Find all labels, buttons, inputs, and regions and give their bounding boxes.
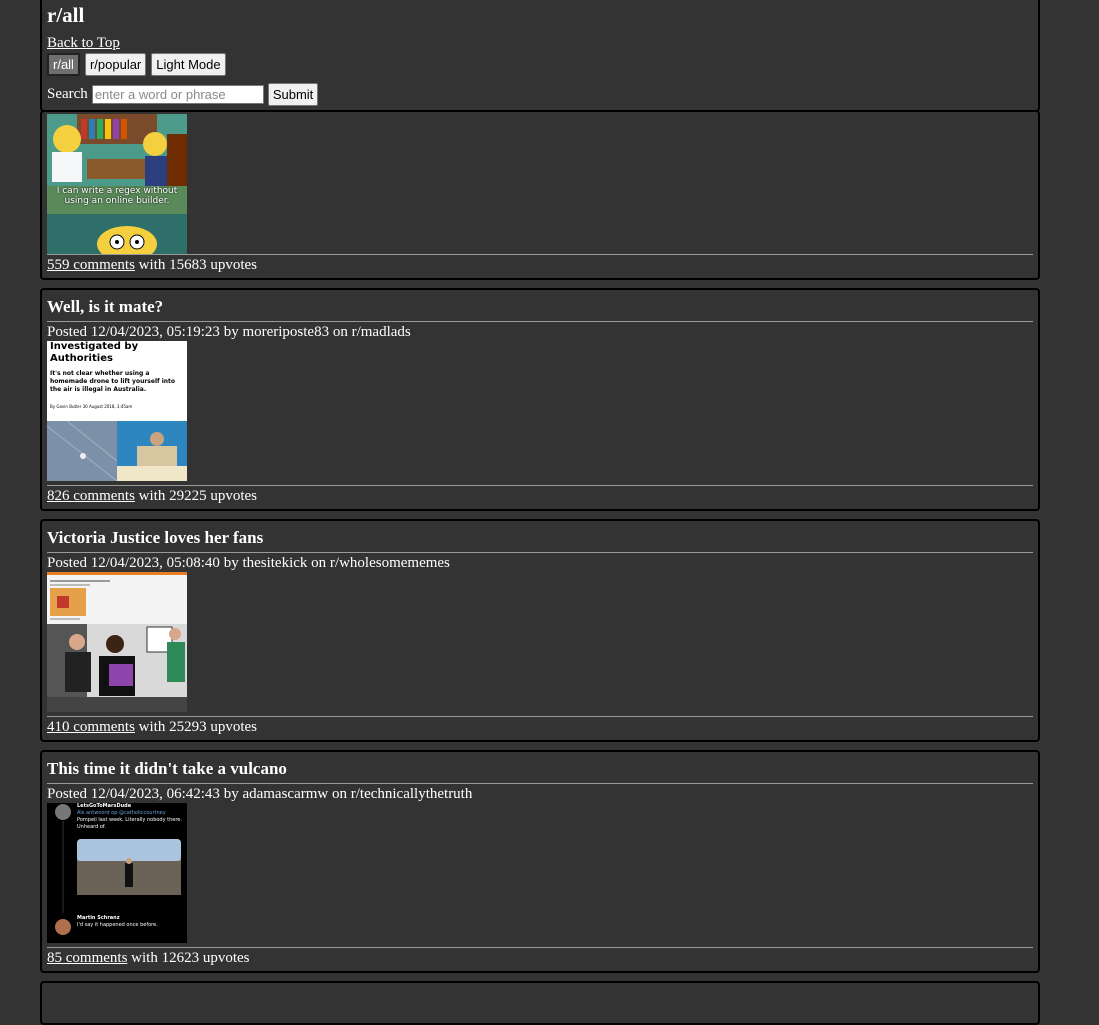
comments-link[interactable]: 410 comments [47,719,135,735]
on-label: on [331,786,347,802]
tweet-text2: I'd say it happened once before. [77,922,158,928]
post-card: This time it didn't take a vulcano Poste… [40,750,1040,973]
tweet-user1: LetsGoToMarsDude [77,803,132,809]
post-footer: 410 comments with 25293 upvotes [47,718,257,736]
tweet-reply-to: Als antwoord op @catholiccourtney [77,810,166,816]
thumb-body: It's not clear whether using a homemade … [50,370,176,393]
submit-button[interactable]: Submit [267,83,319,106]
posted-label: Posted [47,786,88,802]
post-date: 12/04/2023, 05:19:23 [90,324,220,340]
divider [47,947,1033,948]
tweet-screenshot-image: LetsGoToMarsDude Als antwoord op @cathol… [47,803,187,943]
post-title: Well, is it mate? [47,297,164,316]
comments-link[interactable]: 826 comments [47,488,135,504]
search-row: Search Submit [47,83,319,106]
by-label: by [223,324,239,340]
post-author: thesitekick [242,555,308,571]
header-panel: r/all Back to Top r/all r/popular Light … [40,0,1040,112]
upvotes-text: with 29225 upvotes [138,488,257,504]
post-card: Well, is it mate? Posted 12/04/2023, 05:… [40,288,1040,511]
post-card: Victoria Justice loves her fans Posted 1… [40,519,1040,742]
light-mode-button[interactable]: Light Mode [151,53,226,76]
divider [47,716,1033,717]
on-label: on [311,555,327,571]
upvotes-text: with 12623 upvotes [131,950,250,966]
divider [47,485,1033,486]
back-to-top-link[interactable]: Back to Top [47,34,120,52]
page-title: r/all [47,3,85,27]
r-popular-button[interactable]: r/popular [84,53,147,76]
post-thumbnail[interactable]: I can write a regex without using an onl… [47,114,187,254]
on-label: on [332,324,348,340]
search-label: Search [47,86,88,102]
post-subreddit: r/madlads [351,324,411,340]
divider [47,783,1033,784]
post-footer: 85 comments with 12623 upvotes [47,949,250,967]
thumb-dateline: 30 August 2018, 3:45am [82,404,133,409]
fan-photo-image [47,572,187,712]
comments-link[interactable]: 85 comments [47,950,127,966]
posted-label: Posted [47,324,88,340]
upvotes-text: with 25293 upvotes [138,719,257,735]
tweet-text1: Pompeii last week. Literally nobody ther… [77,817,182,830]
tweet-user2: Martin Schranz [77,915,120,921]
post-footer: 559 comments with 15683 upvotes [47,256,257,274]
r-all-button[interactable]: r/all [47,53,80,76]
post-subreddit: r/wholesomememes [329,555,450,571]
post-title: Victoria Justice loves her fans [47,528,264,547]
post-meta: Posted 12/04/2023, 05:08:40 by thesiteki… [47,554,450,572]
post-date: 12/04/2023, 05:08:40 [90,555,220,571]
post-subreddit: r/technicallythetruth [350,786,473,802]
feed-buttons: r/all r/popular Light Mode [47,53,226,76]
post-card: I can write a regex without using an onl… [40,110,1040,280]
post-thumbnail[interactable]: LetsGoToMarsDude Als antwoord op @cathol… [47,803,187,943]
post-card [40,981,1040,1025]
post-thumbnail[interactable] [47,572,187,712]
post-meta: Posted 12/04/2023, 05:19:23 by moreripos… [47,323,411,341]
post-author: moreriposte83 [242,324,330,340]
posted-label: Posted [47,555,88,571]
post-date: 12/04/2023, 06:42:43 [90,786,220,802]
upvotes-text: with 15683 upvotes [138,257,257,273]
meme-caption: I can write a regex without using an onl… [56,186,178,206]
simpsons-meme-image: I can write a regex without using an onl… [47,114,187,254]
post-title: This time it didn't take a vulcano [47,759,287,778]
post-footer: 826 comments with 29225 upvotes [47,487,257,505]
by-label: by [223,786,239,802]
post-thumbnail[interactable]: Investigated by Authorities It's not cle… [47,341,187,481]
search-input[interactable] [91,85,264,104]
thumb-byline: By Gavin Butler [50,404,82,409]
by-label: by [223,555,239,571]
comments-link[interactable]: 559 comments [47,257,135,273]
post-meta: Posted 12/04/2023, 06:42:43 by adamascar… [47,785,472,803]
thumb-headline: Investigated by Authorities [50,341,139,364]
divider [47,254,1033,255]
post-author: adamascarmw [242,786,329,802]
divider [47,321,1033,322]
news-article-image: Investigated by Authorities It's not cle… [47,341,187,481]
divider [47,552,1033,553]
